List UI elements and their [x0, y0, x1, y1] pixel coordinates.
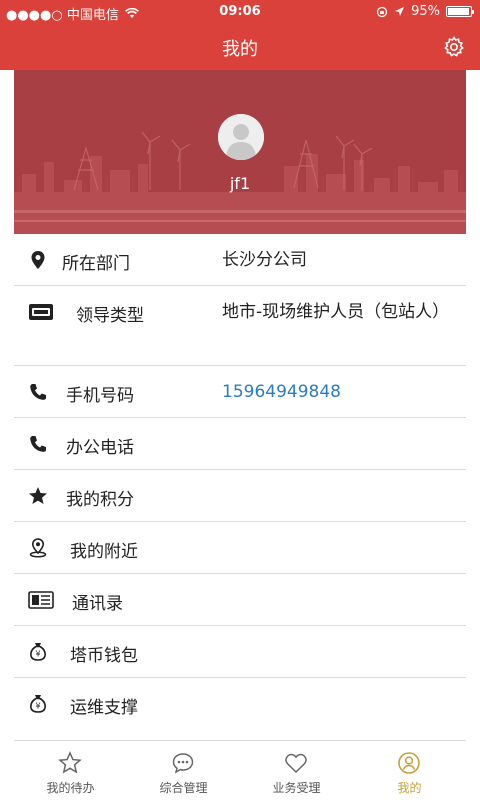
phone-icon	[30, 384, 46, 400]
list-item-points[interactable]: 我的积分	[14, 470, 466, 522]
location-arrow-icon	[395, 7, 405, 16]
svg-text:¥: ¥	[35, 702, 40, 711]
money-bag-icon: ¥	[30, 643, 46, 661]
battery-icon	[446, 6, 474, 17]
avatar[interactable]	[218, 114, 264, 160]
default-user-icon	[218, 114, 264, 160]
list-item-coin-wallet[interactable]: ¥ 塔币钱包	[14, 626, 466, 678]
list-item-ops-support[interactable]: ¥ 运维支撑	[14, 678, 466, 730]
contacts-label: 通讯录	[72, 594, 123, 614]
points-label: 我的积分	[66, 490, 134, 510]
list-item-contacts[interactable]: 通讯录	[14, 574, 466, 626]
tab-business-acceptance[interactable]: 业务受理	[240, 741, 353, 800]
page-title: 我的	[222, 39, 258, 60]
nearby-label: 我的附近	[70, 542, 138, 562]
profile-info-list: 所在部门 长沙分公司 领导类型 地市-现场维护人员（包站人） 手机号码 1596…	[14, 234, 466, 730]
leader-type-value: 地市-现场维护人员（包站人）	[222, 302, 450, 322]
chat-bubble-icon	[172, 753, 194, 774]
profile-banner: jf1	[14, 70, 466, 234]
tab-general-management[interactable]: 综合管理	[127, 741, 240, 800]
list-item-mobile[interactable]: 手机号码 15964949848	[14, 366, 466, 418]
mobile-label: 手机号码	[66, 386, 134, 406]
battery-percent: 95%	[411, 4, 440, 19]
tab-label: 综合管理	[159, 781, 208, 795]
coin-wallet-label: 塔币钱包	[70, 646, 138, 666]
nearby-pin-icon	[29, 538, 47, 558]
star-icon	[29, 487, 47, 504]
department-value: 长沙分公司	[222, 250, 307, 270]
battery-fill	[448, 8, 469, 15]
contacts-icon	[28, 591, 54, 609]
svg-text:¥: ¥	[35, 650, 40, 659]
department-label: 所在部门	[62, 254, 130, 274]
heart-outline-icon	[285, 753, 307, 774]
status-bar: ●●●●○ 中国电信 09:06 95%	[0, 0, 480, 24]
star-outline-icon	[58, 751, 82, 774]
id-card-icon	[29, 304, 53, 320]
list-item-office-phone[interactable]: 办公电话	[14, 418, 466, 470]
ops-support-label: 运维支撑	[70, 698, 138, 718]
mobile-value[interactable]: 15964949848	[222, 379, 341, 405]
username: jf1	[229, 174, 251, 193]
tab-label: 我的待办	[46, 781, 95, 795]
nav-bar: 我的	[0, 24, 480, 70]
leader-type-label: 领导类型	[76, 306, 144, 326]
money-bag-icon: ¥	[30, 695, 46, 713]
user-circle-icon	[398, 752, 420, 774]
tab-mine[interactable]: 我的	[353, 741, 466, 800]
tab-label: 业务受理	[272, 781, 321, 795]
gear-icon[interactable]	[442, 35, 466, 59]
list-item-nearby[interactable]: 我的附近	[14, 522, 466, 574]
orientation-lock-icon	[376, 6, 388, 17]
location-pin-icon	[31, 251, 45, 269]
list-item-leader-type[interactable]: 领导类型 地市-现场维护人员（包站人）	[14, 286, 466, 366]
phone-icon	[30, 436, 46, 452]
tab-label: 我的	[397, 781, 422, 795]
office-phone-label: 办公电话	[66, 438, 134, 458]
list-item-department[interactable]: 所在部门 长沙分公司	[14, 234, 466, 286]
tab-my-todo[interactable]: 我的待办	[14, 741, 127, 800]
bottom-tab-bar: 我的待办 综合管理 业务受理 我的	[14, 740, 466, 800]
